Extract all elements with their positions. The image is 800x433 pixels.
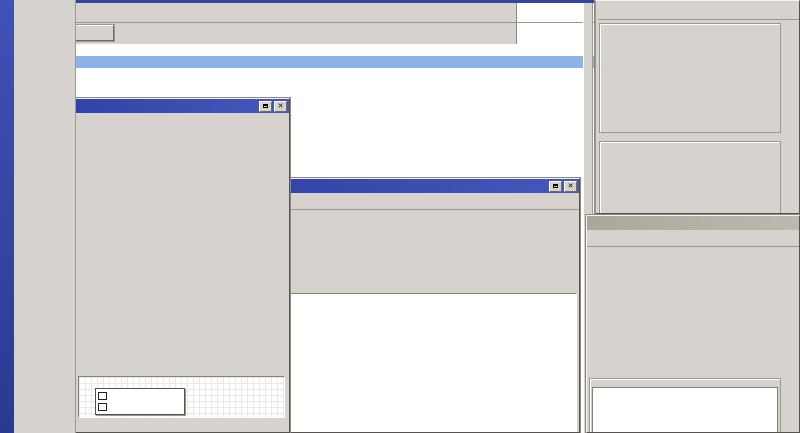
ping-table-rows: [266, 306, 576, 431]
sidebar: [14, 0, 76, 433]
bandwidth-title-bar: ✕: [73, 99, 289, 113]
signal-tab-bar: [587, 231, 799, 247]
restore-icon: [263, 104, 268, 108]
rx-legend-swatch: [98, 403, 107, 411]
ping-title-bar: ✕: [263, 179, 579, 193]
bandwidth-test-window: ✕: [72, 98, 290, 433]
close-icon: ✕: [278, 103, 284, 110]
close-button[interactable]: ✕: [564, 181, 577, 192]
restore-button[interactable]: [549, 181, 562, 192]
restore-icon: [553, 184, 558, 188]
registration-detail-window: [586, 215, 800, 433]
ht-tab-bar: [598, 3, 799, 20]
close-icon: ✕: [568, 183, 574, 190]
restore-button[interactable]: [259, 101, 272, 112]
wireless-interface-window: [595, 0, 800, 214]
signal-strengths-group: [589, 378, 781, 433]
signal-strengths-table: [592, 387, 778, 433]
ht-supported-mcs-group: [599, 23, 781, 133]
tx-legend-swatch: [98, 392, 107, 400]
ping-results-table: [265, 293, 577, 432]
close-button[interactable]: ✕: [274, 101, 287, 112]
ht-basic-mcs-group: [599, 141, 781, 214]
brand-strip: [0, 0, 14, 433]
winbox-screen: ✕ ✕: [0, 0, 800, 433]
ping-table-header: [266, 294, 576, 305]
signal-title-bar: [587, 216, 799, 230]
ping-window: ✕: [262, 178, 580, 433]
bandwidth-graph-legend: [95, 388, 185, 415]
ping-tab-bar: [267, 194, 579, 210]
